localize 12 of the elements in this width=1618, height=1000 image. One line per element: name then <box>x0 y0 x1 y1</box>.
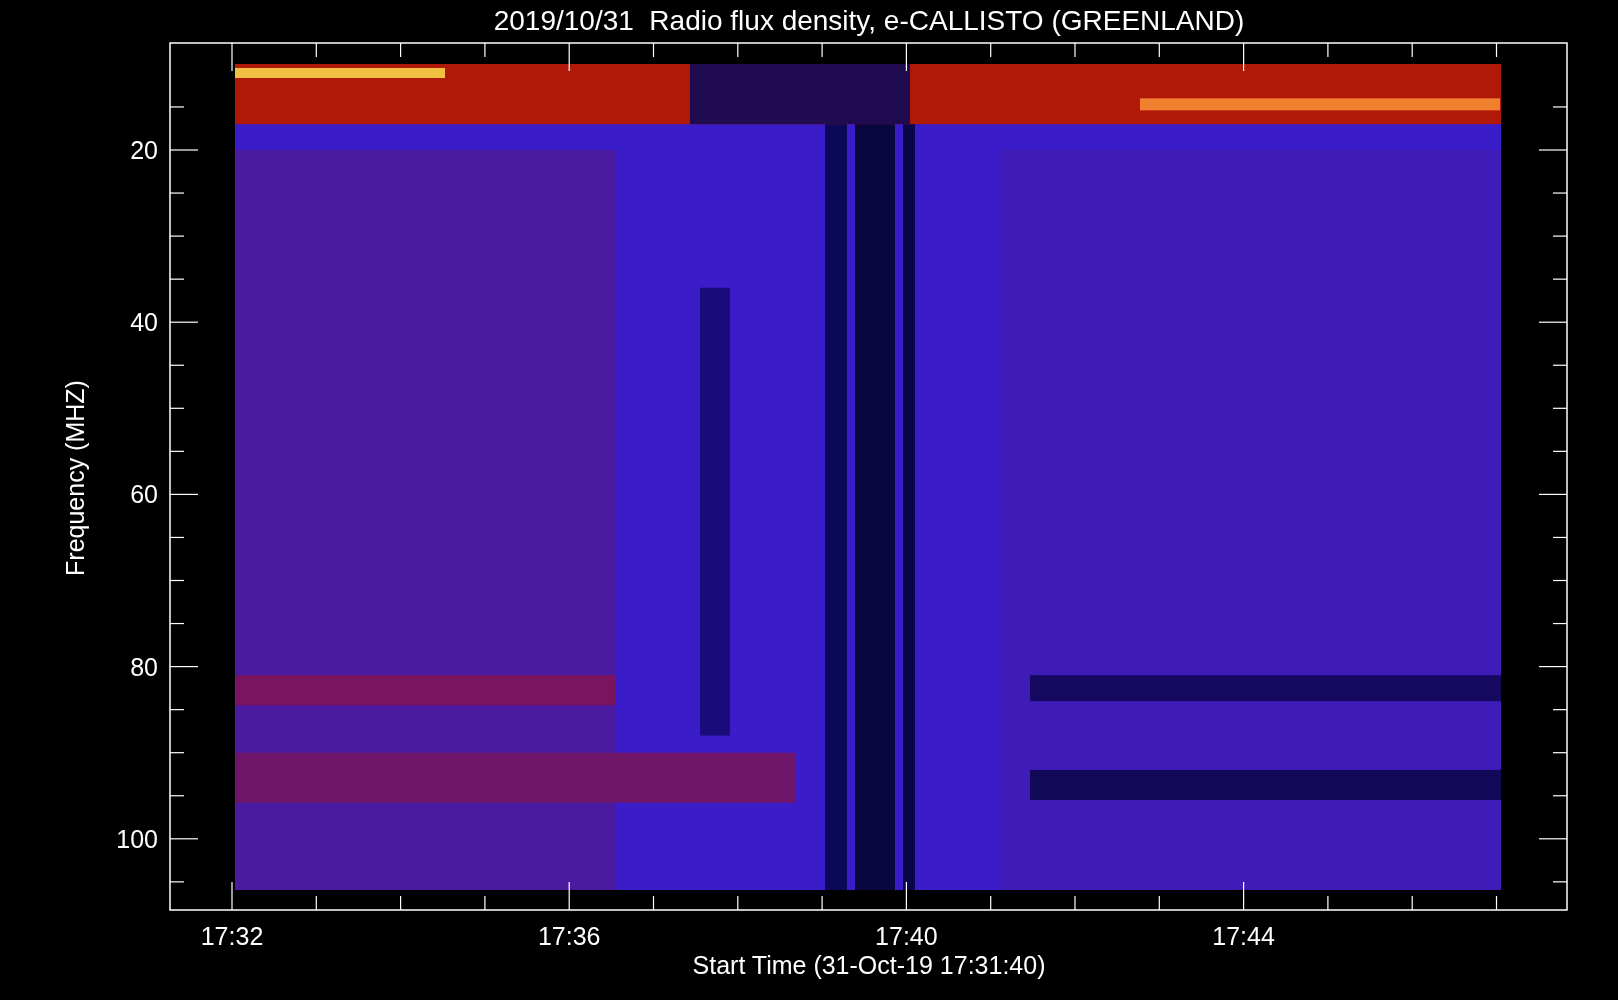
y-tick-label: 60 <box>130 480 158 509</box>
y-tick-label: 40 <box>130 308 158 337</box>
y-tick-label: 20 <box>130 136 158 164</box>
x-tick-label: 17:36 <box>537 922 601 950</box>
x-tick-label: 17:32 <box>200 922 264 950</box>
y-axis-label: Frequency (MHZ) <box>61 380 89 576</box>
y-tick-label: 100 <box>116 824 158 853</box>
chart-title: 2019/10/31 Radio flux density, e-CALLISTO (GREENLAND) <box>493 5 1245 36</box>
x-axis-label: Start Time (31-Oct-19 17:31:40) <box>692 951 1046 979</box>
x-tick-label: 17:40 <box>875 922 938 950</box>
x-tick-label: 17:44 <box>1212 922 1275 950</box>
y-tick-label: 80 <box>130 652 158 681</box>
